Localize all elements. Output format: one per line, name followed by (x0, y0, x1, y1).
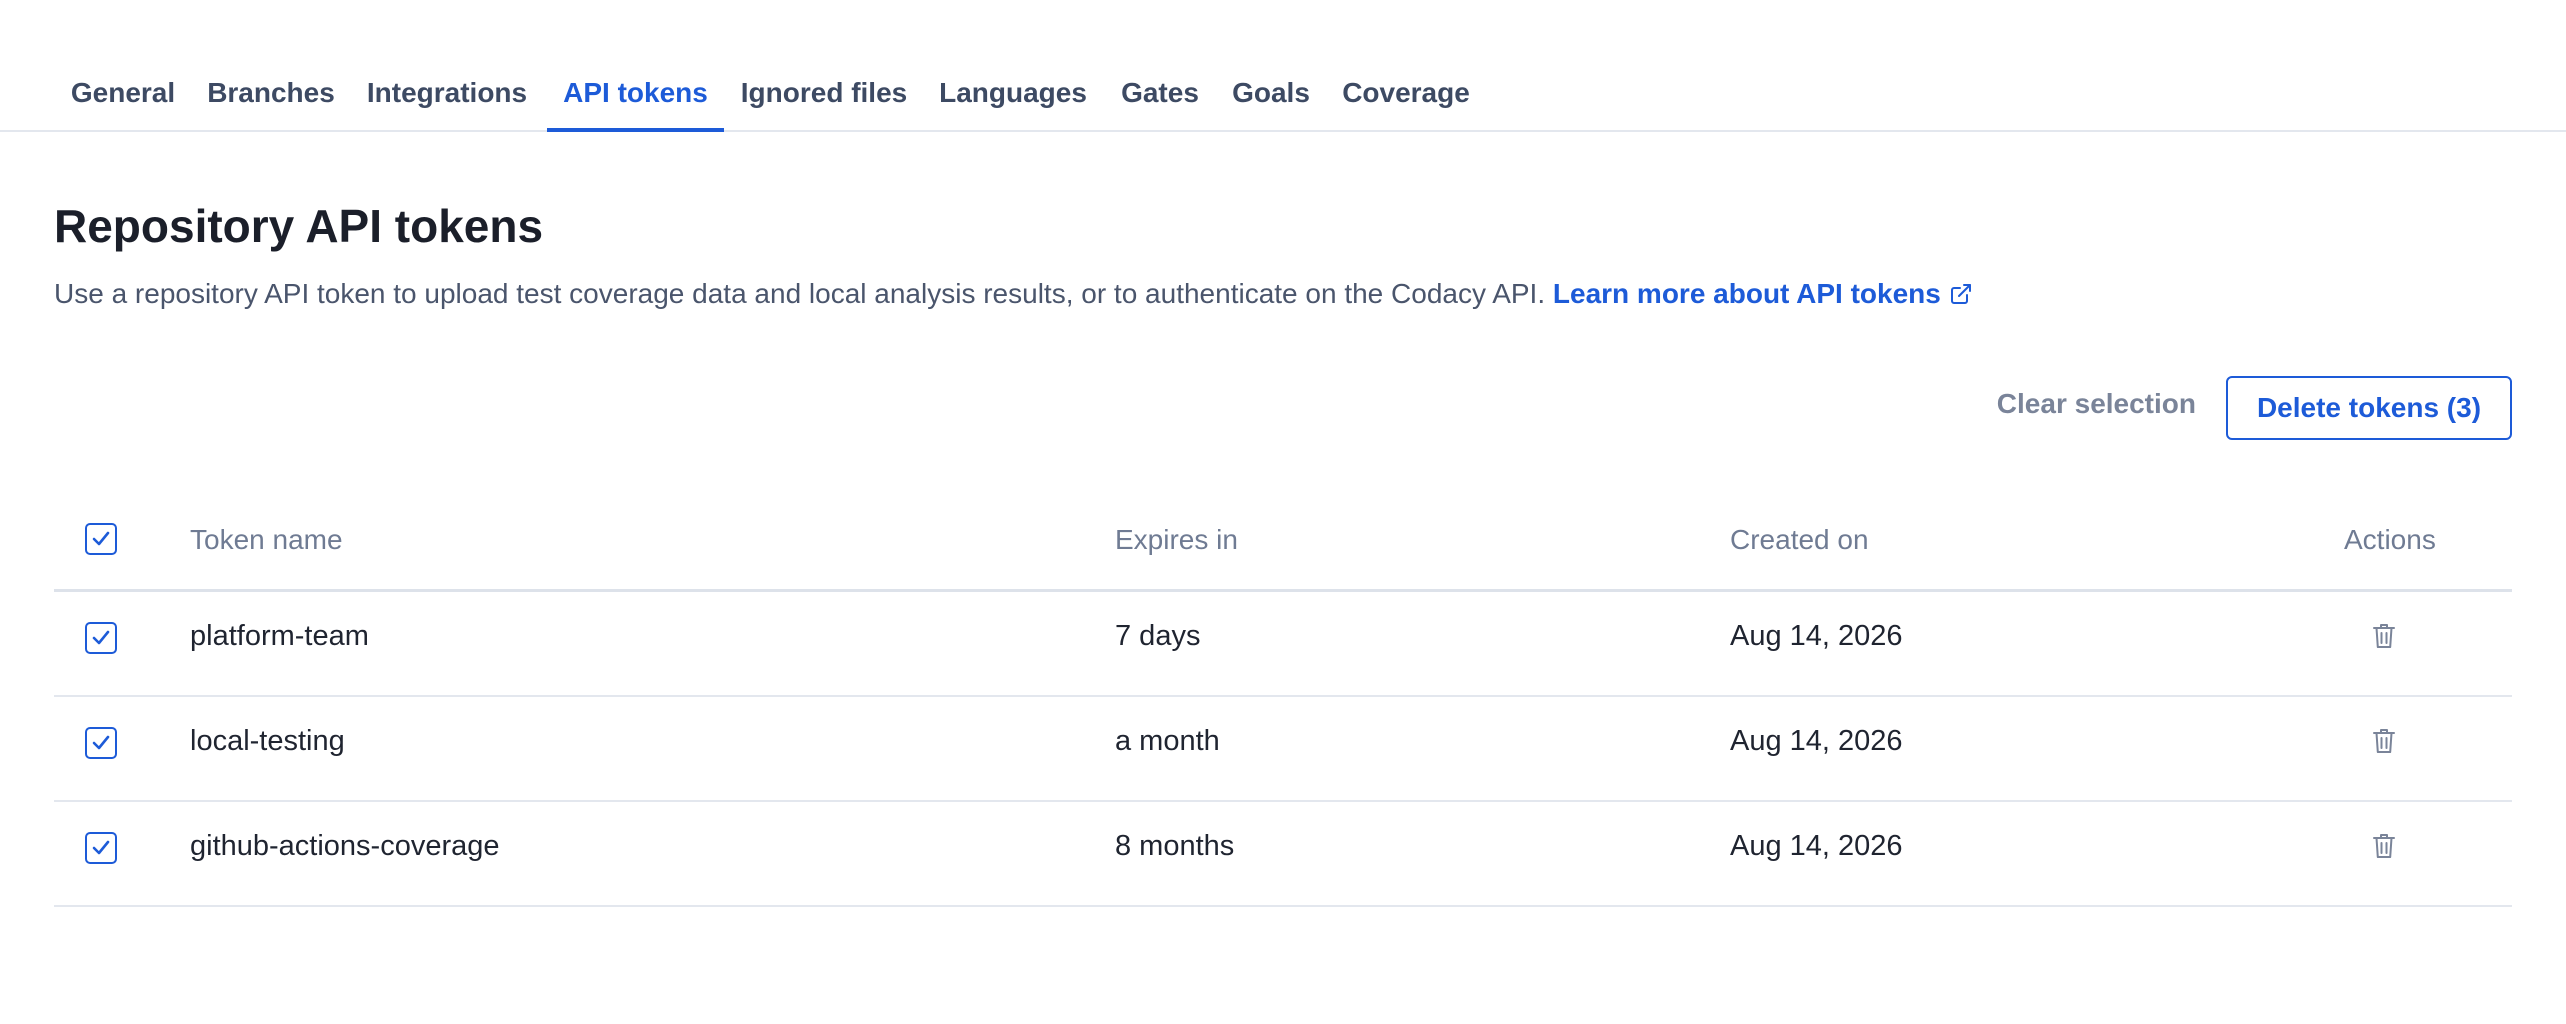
token-name: local-testing (190, 725, 345, 757)
token-expires: 7 days (1115, 620, 1201, 652)
token-expires: a month (1115, 725, 1220, 757)
row-checkbox[interactable] (85, 727, 117, 759)
active-tab-indicator (547, 128, 724, 132)
page-title: Repository API tokens (54, 200, 544, 252)
delete-tokens-button[interactable]: Delete tokens (3) (2226, 376, 2512, 440)
table-row: platform-team 7 days Aug 14, 2026 (54, 592, 2512, 697)
token-name: github-actions-coverage (190, 830, 500, 862)
row-checkbox[interactable] (85, 622, 117, 654)
checkmark-icon (92, 840, 110, 855)
clear-selection-button[interactable]: Clear selection (1960, 388, 2196, 428)
token-name: platform-team (190, 620, 369, 652)
page-description: Use a repository API token to upload tes… (54, 278, 1973, 313)
trash-icon[interactable] (2372, 832, 2400, 864)
select-all-checkbox[interactable] (85, 523, 117, 555)
table-row: github-actions-coverage 8 months Aug 14,… (54, 802, 2512, 907)
tab-gates[interactable]: Gates (1110, 66, 1210, 132)
token-created: Aug 14, 2026 (1730, 620, 1903, 652)
checkmark-icon (92, 531, 110, 546)
token-created: Aug 14, 2026 (1730, 725, 1903, 757)
tab-general[interactable]: General (58, 66, 188, 132)
column-header-expires: Expires in (1115, 524, 1238, 555)
trash-icon[interactable] (2372, 622, 2400, 654)
tab-branches[interactable]: Branches (200, 66, 342, 132)
column-header-token-name: Token name (190, 524, 343, 555)
table-row: local-testing a month Aug 14, 2026 (54, 697, 2512, 802)
checkmark-icon (92, 735, 110, 750)
trash-icon[interactable] (2372, 727, 2400, 759)
row-checkbox[interactable] (85, 832, 117, 864)
column-header-created: Created on (1730, 524, 1869, 555)
description-text: Use a repository API token to upload tes… (54, 278, 1546, 309)
tab-ignored-files[interactable]: Ignored files (732, 66, 916, 132)
token-expires: 8 months (1115, 830, 1235, 862)
table-header-row: Token name Expires in Created on Actions (54, 500, 2512, 592)
external-link-icon (1949, 281, 1973, 313)
tab-goals[interactable]: Goals (1222, 66, 1320, 132)
tab-api-tokens[interactable]: API tokens (547, 66, 724, 132)
checkmark-icon (92, 630, 110, 645)
tab-coverage[interactable]: Coverage (1334, 66, 1478, 132)
tab-languages[interactable]: Languages (930, 66, 1096, 132)
learn-more-link[interactable]: Learn more about API tokens (1553, 278, 1973, 309)
api-tokens-table: Token name Expires in Created on Actions… (54, 500, 2512, 907)
tab-integrations[interactable]: Integrations (356, 66, 538, 132)
token-created: Aug 14, 2026 (1730, 830, 1903, 862)
settings-tabs: General Branches Integrations API tokens… (0, 66, 2566, 132)
column-header-actions: Actions (2344, 524, 2436, 555)
learn-more-label: Learn more about API tokens (1552, 278, 1941, 309)
